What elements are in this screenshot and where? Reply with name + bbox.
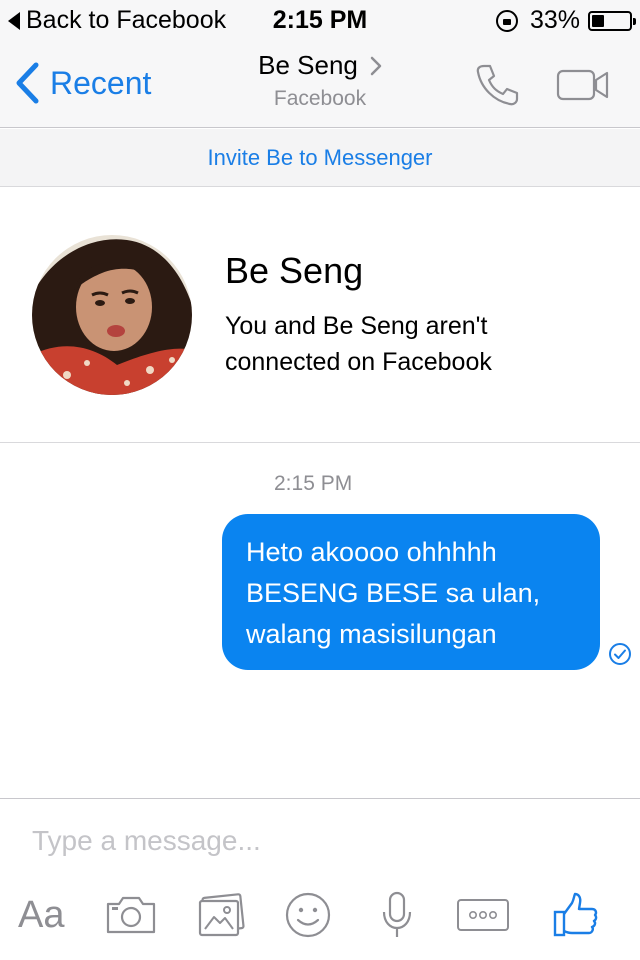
invite-to-messenger-link[interactable]: Invite Be to Messenger xyxy=(0,129,640,187)
battery-fill xyxy=(592,14,604,27)
voice-message-button[interactable] xyxy=(380,887,414,943)
outgoing-message-bubble[interactable]: Heto akoooo ohhhhh BESENG BESE sa ulan, … xyxy=(222,514,600,670)
message-timestamp-label: 2:15 PM xyxy=(274,472,353,495)
camera-icon xyxy=(106,896,156,934)
contact-name: Be Seng xyxy=(258,50,358,80)
message-composer: Aa xyxy=(0,798,640,960)
conversation-title[interactable]: Be Seng Facebook xyxy=(0,50,640,111)
more-dots-icon xyxy=(457,899,509,931)
status-right: 33% xyxy=(495,6,636,35)
nav-bar: Recent Be Seng Facebook xyxy=(0,40,640,128)
rotation-lock-icon xyxy=(495,9,518,32)
more-options-button[interactable] xyxy=(456,887,510,943)
smiley-icon xyxy=(285,892,331,938)
video-call-button[interactable] xyxy=(556,68,610,107)
voice-call-button[interactable] xyxy=(474,62,520,113)
battery-icon xyxy=(588,10,636,31)
battery-percent: 33% xyxy=(529,6,580,34)
microphone-icon xyxy=(382,891,412,937)
video-camera-icon xyxy=(556,69,609,101)
text-format-button[interactable]: Aa xyxy=(18,887,64,943)
connection-status-text: You and Be Seng aren't connected on Face… xyxy=(225,312,492,376)
status-bar: Back to Facebook 2:15 PM 33% xyxy=(0,0,640,40)
composer-toolbar: Aa xyxy=(0,887,640,947)
text-format-label: Aa xyxy=(18,893,65,936)
like-button[interactable] xyxy=(552,887,600,943)
emoji-button[interactable] xyxy=(284,887,332,943)
chevron-right-icon xyxy=(370,56,382,75)
contact-source: Facebook xyxy=(273,87,367,110)
camera-button[interactable] xyxy=(104,887,158,943)
sent-check-icon xyxy=(608,642,632,671)
profile-header: Be Seng You and Be Seng aren't connected… xyxy=(0,188,640,443)
avatar-photo xyxy=(32,235,192,395)
profile-name: Be Seng xyxy=(225,250,364,291)
avatar[interactable] xyxy=(32,235,192,395)
gallery-icon xyxy=(198,893,245,937)
message-input[interactable] xyxy=(32,825,592,857)
phone-icon xyxy=(476,64,519,106)
thumbs-up-icon xyxy=(553,892,598,937)
photo-gallery-button[interactable] xyxy=(196,887,246,943)
